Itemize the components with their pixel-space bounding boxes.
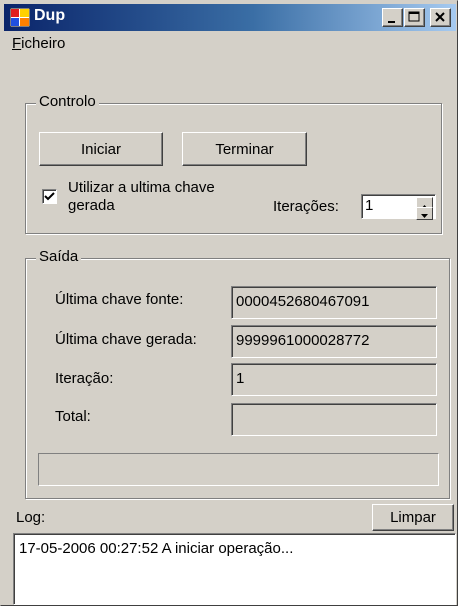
minimize-button[interactable] (382, 8, 403, 27)
use-last-key-checkbox[interactable] (42, 189, 57, 204)
close-button[interactable] (430, 8, 451, 27)
checkmark-icon (44, 192, 55, 201)
saida-label-iteration: Iteração: (55, 370, 114, 387)
use-last-key-label-line2[interactable]: gerada (68, 197, 115, 214)
iterations-label: Iterações: (273, 198, 339, 215)
window-title: Dup (34, 7, 66, 24)
saida-label-generated-key: Última chave gerada: (55, 331, 197, 348)
log-label: Log: (16, 509, 46, 526)
app-icon (10, 8, 30, 27)
use-last-key-label-line1[interactable]: Utilizar a ultima chave (68, 179, 215, 196)
iterations-spin-down[interactable] (416, 207, 433, 220)
log-textbox[interactable]: 17-05-2006 00:27:52 A iniciar operação..… (13, 533, 456, 605)
app-window: Dup Ficheiro Controlo Iniciar Terminar U… (0, 0, 458, 606)
menu-ficheiro-mnemonic: F (12, 35, 22, 52)
start-button[interactable]: Iniciar (39, 132, 163, 166)
log-line: 17-05-2006 00:27:52 A iniciar operação..… (19, 540, 294, 557)
generated-key-field: 9999961000028772 (231, 325, 437, 358)
close-icon (435, 12, 445, 22)
source-key-field: 0000452680467091 (231, 286, 437, 319)
maximize-button[interactable] (404, 8, 425, 27)
minimize-icon (388, 21, 395, 23)
maximize-icon (408, 11, 420, 22)
controlo-legend: Controlo (36, 93, 99, 110)
progress-bar (38, 453, 439, 486)
spin-down-icon (421, 214, 428, 218)
saida-legend: Saída (36, 248, 82, 265)
clear-log-button[interactable]: Limpar (372, 504, 454, 531)
title-bar[interactable]: Dup (4, 4, 456, 31)
saida-label-source-key: Última chave fonte: (55, 291, 184, 308)
menu-ficheiro-label: icheiro (21, 35, 66, 52)
menu-ficheiro[interactable]: Ficheiro (12, 35, 65, 52)
menu-bar: Ficheiro (4, 31, 456, 57)
stop-button[interactable]: Terminar (182, 132, 307, 166)
iteration-field: 1 (231, 363, 437, 396)
saida-label-total: Total: (55, 408, 91, 425)
total-field (231, 403, 437, 436)
